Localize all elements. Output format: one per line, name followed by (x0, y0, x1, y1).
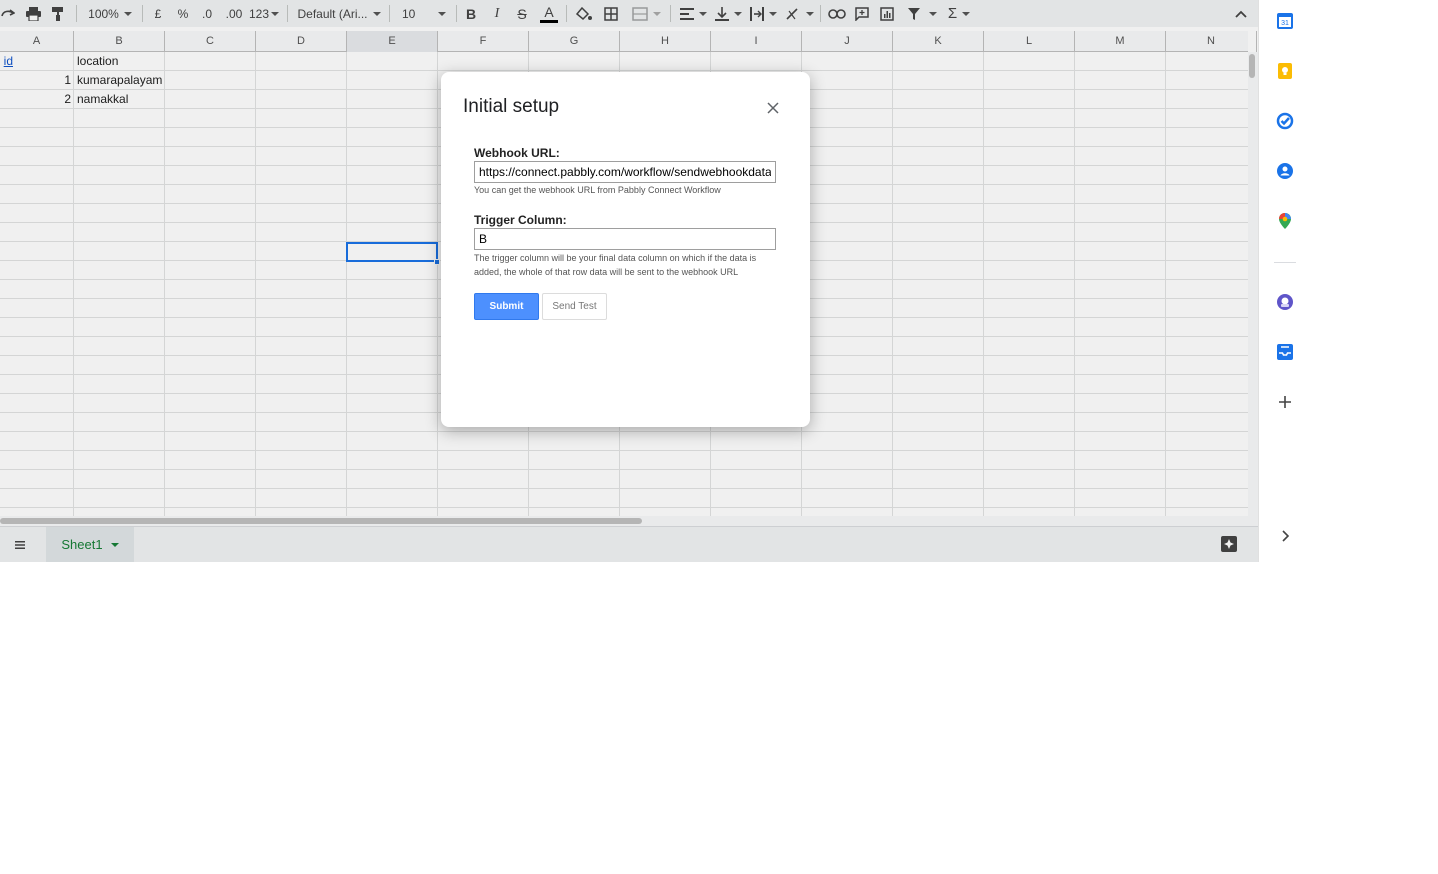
dialog-title: Initial setup (463, 96, 560, 117)
trigger-column-label: Trigger Column: (474, 213, 567, 227)
spreadsheet-app: 100% £ % .0 .00 123 Default (Ari... 10 B… (0, 0, 1308, 562)
add-addon-icon[interactable] (1274, 391, 1296, 413)
side-panel-divider (1274, 262, 1296, 263)
send-test-button[interactable]: Send Test (542, 293, 607, 320)
webhook-url-label: Webhook URL: (474, 146, 560, 160)
tasks-icon[interactable] (1274, 110, 1296, 132)
close-icon[interactable] (763, 98, 783, 118)
expand-panel-icon[interactable] (1274, 525, 1296, 547)
maps-icon[interactable] (1274, 210, 1296, 232)
contacts-icon[interactable] (1274, 160, 1296, 182)
trigger-column-input[interactable] (474, 228, 776, 250)
webhook-url-input[interactable] (474, 161, 776, 183)
initial-setup-dialog: Initial setup Webhook URL: You can get t… (441, 72, 810, 427)
inbox-addon-icon[interactable] (1274, 341, 1296, 363)
webhook-url-help: You can get the webhook URL from Pabbly … (474, 185, 721, 195)
addon-icon[interactable] (1274, 291, 1296, 313)
trigger-column-help: The trigger column will be your final da… (474, 253, 757, 277)
side-panel: 31 (1258, 0, 1308, 562)
calendar-icon[interactable]: 31 (1274, 10, 1296, 32)
keep-icon[interactable] (1274, 60, 1296, 82)
svg-text:31: 31 (1281, 20, 1289, 27)
submit-button[interactable]: Submit (474, 293, 539, 320)
